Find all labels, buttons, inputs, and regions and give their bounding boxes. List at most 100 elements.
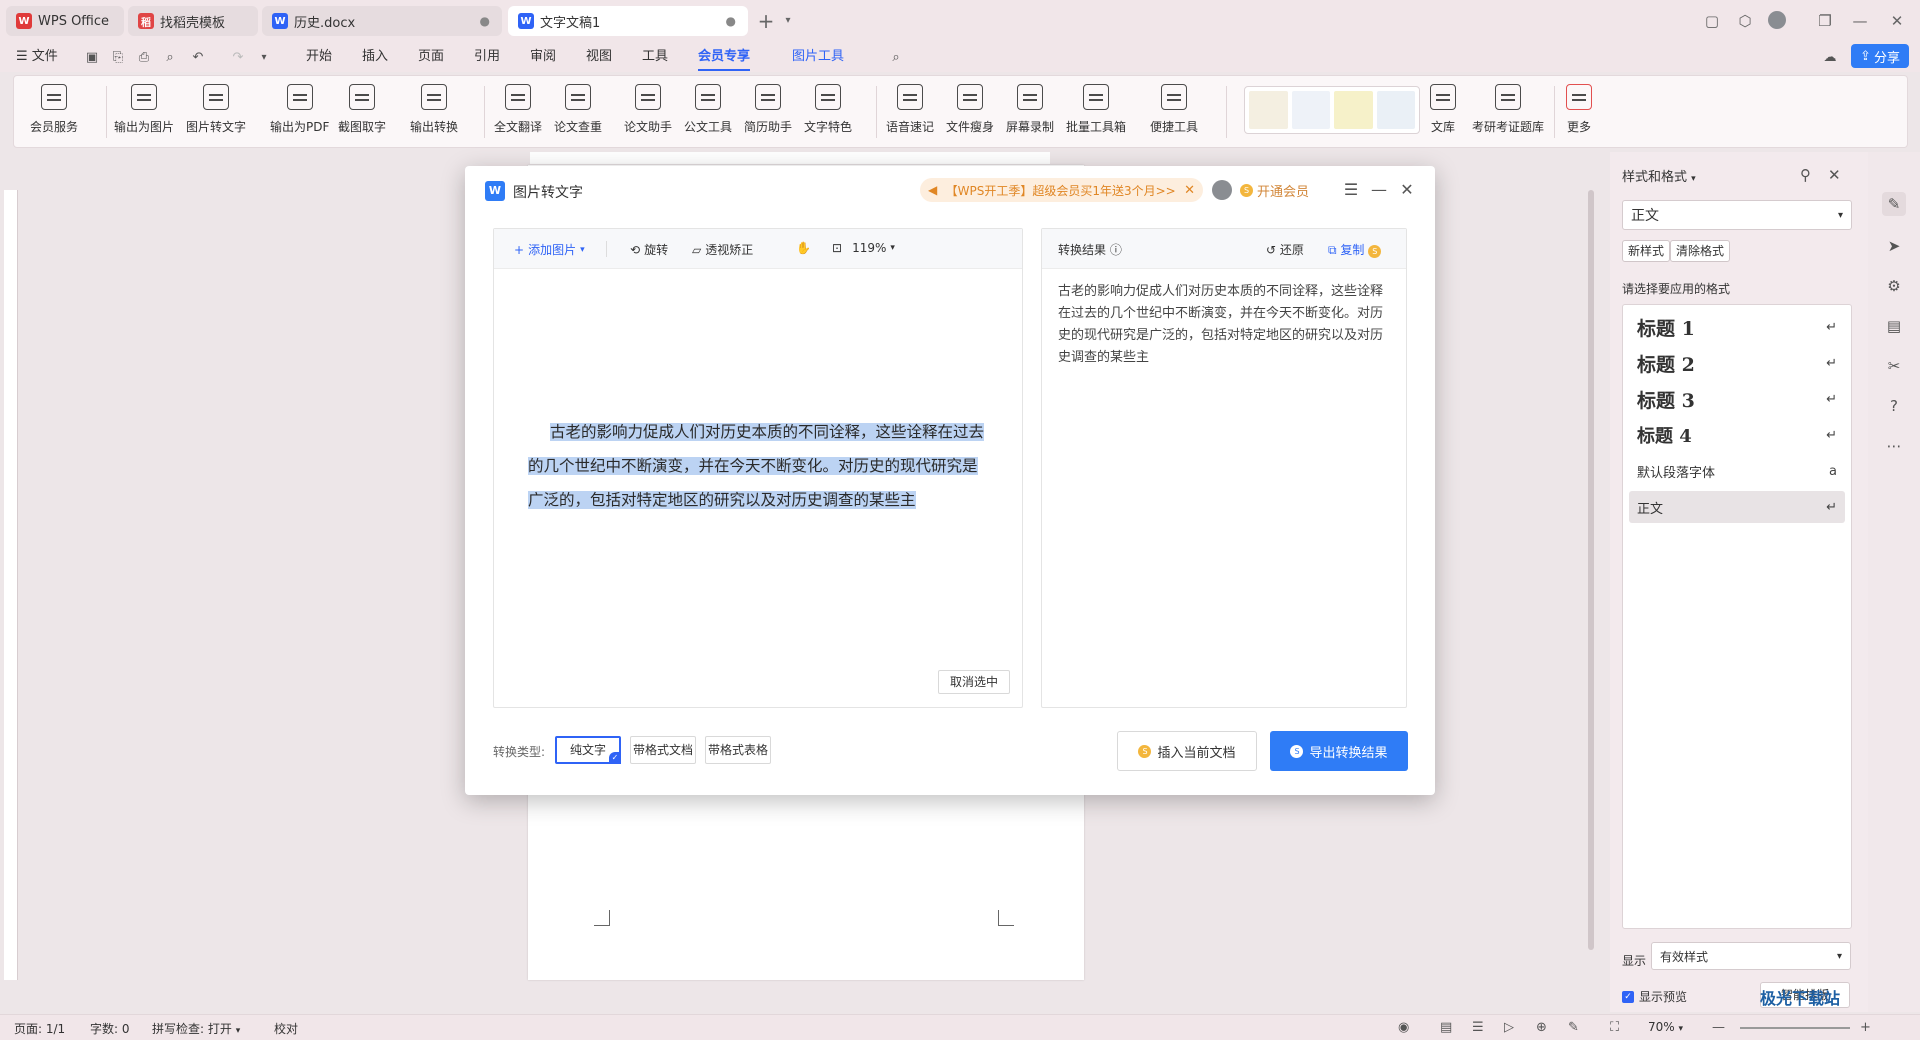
undo-icon[interactable]: ↶ <box>190 50 206 66</box>
tab-wps-office[interactable]: W WPS Office <box>6 6 124 36</box>
close-panel-icon[interactable]: ✕ <box>1828 166 1841 184</box>
scroll-thumb[interactable] <box>1588 190 1594 950</box>
select-cursor-icon[interactable]: ➤ <box>1882 234 1906 258</box>
style-heading-2[interactable]: 标题 2 ↵ <box>1629 347 1845 379</box>
more-chevron-icon[interactable]: ▾ <box>256 50 272 66</box>
file-menu[interactable]: ☰ 文件 <box>16 47 58 67</box>
close-promo-icon[interactable]: ✕ <box>1184 183 1195 198</box>
help-icon[interactable]: ? <box>1882 394 1906 418</box>
template-gallery[interactable] <box>1244 86 1420 134</box>
thesis-assistant-button[interactable]: 论文助手 <box>624 84 672 135</box>
template-thumbnail[interactable] <box>1291 91 1330 129</box>
plagiarism-check-button[interactable]: 论文查重 <box>554 84 602 135</box>
zoom-in-icon[interactable]: + <box>1860 1020 1871 1035</box>
panel-title[interactable]: 样式和格式 ▾ <box>1622 166 1696 185</box>
export-result-button[interactable]: S 导出转换结果 <box>1270 731 1408 771</box>
dialog-menu-icon[interactable]: ☰ <box>1341 180 1361 199</box>
format-painter-icon[interactable]: ▤ <box>1882 314 1906 338</box>
batch-tools-button[interactable]: 批量工具箱 <box>1066 84 1126 135</box>
clear-format-button[interactable]: 清除格式 <box>1670 240 1731 262</box>
current-style-select[interactable]: 正文 ▾ <box>1622 200 1852 230</box>
search-icon[interactable]: ⌕ <box>888 50 904 66</box>
hand-tool-button[interactable]: ✋ <box>796 241 811 255</box>
zoom-level[interactable]: 70% ▾ <box>1648 1020 1683 1034</box>
resume-assistant-button[interactable]: 简历助手 <box>744 84 792 135</box>
open-vip-button[interactable]: S 开通会员 <box>1240 181 1309 200</box>
style-default-font[interactable]: 默认段落字体 a <box>1629 455 1845 487</box>
close-window-icon[interactable]: ✕ <box>1887 11 1907 31</box>
copy-button[interactable]: ⧉ 复制 S <box>1328 241 1382 258</box>
zoom-slider[interactable] <box>1740 1027 1850 1029</box>
cube-icon[interactable]: ⬡ <box>1735 11 1755 31</box>
selected-text-region[interactable]: 古老的影响力促成人们对历史本质的不同诠释，这些诠释在过去的几个世纪中不断演变，并… <box>528 423 985 509</box>
fit-page-icon[interactable]: ⛶ <box>1610 1020 1619 1035</box>
style-pen-icon[interactable]: ✎ <box>1882 192 1906 216</box>
source-image-text[interactable]: 古老的影响力促成人们对历史本质的不同诠释，这些诠释在过去的几个世纪中不断演变，并… <box>528 415 988 517</box>
eye-protection-icon[interactable]: ◉ <box>1398 1020 1409 1035</box>
deselect-button[interactable]: 取消选中 <box>938 670 1010 694</box>
page-view-icon[interactable]: ▤ <box>1440 1020 1452 1035</box>
template-thumbnail[interactable] <box>1376 91 1415 129</box>
perspective-correct-button[interactable]: ▱ 透视矫正 <box>692 241 753 258</box>
style-heading-3[interactable]: 标题 3 ↵ <box>1629 383 1845 415</box>
web-view-icon[interactable]: ⊕ <box>1536 1020 1547 1035</box>
zoom-select[interactable]: ⊡ 119% ▾ <box>832 241 895 255</box>
spell-check-toggle[interactable]: 拼写检查: 打开 ▾ <box>152 1020 240 1037</box>
word-count[interactable]: 字数: 0 <box>90 1020 130 1037</box>
library-button[interactable]: 文库 <box>1430 84 1456 135</box>
menu-review[interactable]: 审阅 <box>530 47 556 67</box>
play-icon[interactable]: ▷ <box>1504 1020 1514 1035</box>
save-icon[interactable]: ▣ <box>84 50 100 66</box>
more-dots-icon[interactable]: ⋯ <box>1882 434 1906 458</box>
insert-current-doc-button[interactable]: S 插入当前文档 <box>1117 731 1257 771</box>
outline-view-icon[interactable]: ☰ <box>1472 1020 1484 1035</box>
style-body[interactable]: 正文 ↵ <box>1629 491 1845 523</box>
member-service-button[interactable]: 会员服务 <box>30 84 78 135</box>
menu-tools[interactable]: 工具 <box>642 47 668 67</box>
share-button[interactable]: ⇪ 分享 <box>1851 44 1909 68</box>
show-preview-checkbox[interactable]: ✓ 显示预览 <box>1622 988 1687 1005</box>
zoom-out-icon[interactable]: — <box>1712 1020 1725 1035</box>
export-image-button[interactable]: 输出为图片 <box>114 84 174 135</box>
export-icon[interactable]: ⎘ <box>110 50 126 66</box>
adjust-icon[interactable]: ⚙ <box>1882 274 1906 298</box>
export-convert-button[interactable]: 输出转换 <box>410 84 458 135</box>
promo-banner[interactable]: ◀ 【WPS开工季】超级会员买1年送3个月>> ✕ <box>920 178 1203 202</box>
user-avatar[interactable] <box>1768 11 1786 29</box>
style-heading-1[interactable]: 标题 1 ↵ <box>1629 311 1845 343</box>
menu-start[interactable]: 开始 <box>306 47 332 67</box>
menu-view[interactable]: 视图 <box>586 47 612 67</box>
vertical-scrollbar[interactable] <box>1585 155 1597 1000</box>
restore-button[interactable]: ↺ 还原 <box>1266 241 1304 258</box>
handy-tools-button[interactable]: 便捷工具 <box>1150 84 1198 135</box>
screen-record-button[interactable]: 屏幕录制 <box>1006 84 1054 135</box>
tab-list-chevron-icon[interactable]: ▾ <box>778 11 798 31</box>
exam-bank-button[interactable]: 考研考证题库 <box>1472 84 1544 135</box>
menu-insert[interactable]: 插入 <box>362 47 388 67</box>
voice-notes-button[interactable]: 语音速记 <box>886 84 934 135</box>
cloud-icon[interactable]: ☁ <box>1822 50 1838 66</box>
type-plain-text[interactable]: 纯文字 <box>555 736 621 764</box>
menu-picture-tools[interactable]: 图片工具 <box>792 47 844 67</box>
screenshot-text-button[interactable]: 截图取字 <box>338 84 386 135</box>
show-select[interactable]: 有效样式 ▾ <box>1651 942 1851 970</box>
more-button[interactable]: 更多 <box>1566 84 1592 135</box>
redo-icon[interactable]: ↷ <box>230 50 246 66</box>
rotate-button[interactable]: ⟲ 旋转 <box>630 241 668 258</box>
new-style-button[interactable]: 新样式 <box>1622 240 1671 262</box>
type-formatted-doc[interactable]: 带格式文档 <box>630 736 696 764</box>
horizontal-ruler[interactable] <box>530 152 1050 164</box>
image-to-text-button[interactable]: 图片转文字 <box>186 84 246 135</box>
minimize-icon[interactable]: — <box>1850 11 1870 31</box>
type-formatted-table[interactable]: 带格式表格 <box>705 736 771 764</box>
template-thumbnail[interactable] <box>1249 91 1288 129</box>
result-textarea[interactable]: 古老的影响力促成人们对历史本质的不同诠释，这些诠释在过去的几个世纪中不断演变，并… <box>1058 281 1394 369</box>
restore-window-icon[interactable]: ❐ <box>1815 11 1835 31</box>
tools-icon[interactable]: ✂ <box>1882 354 1906 378</box>
export-pdf-button[interactable]: 输出为PDF <box>270 84 329 135</box>
menu-member[interactable]: 会员专享 <box>698 47 751 71</box>
info-icon[interactable]: ⓘ <box>1110 243 1122 257</box>
user-avatar[interactable] <box>1212 180 1232 200</box>
dialog-close-icon[interactable]: ✕ <box>1397 180 1417 199</box>
new-tab-plus-icon[interactable]: + <box>756 11 776 31</box>
